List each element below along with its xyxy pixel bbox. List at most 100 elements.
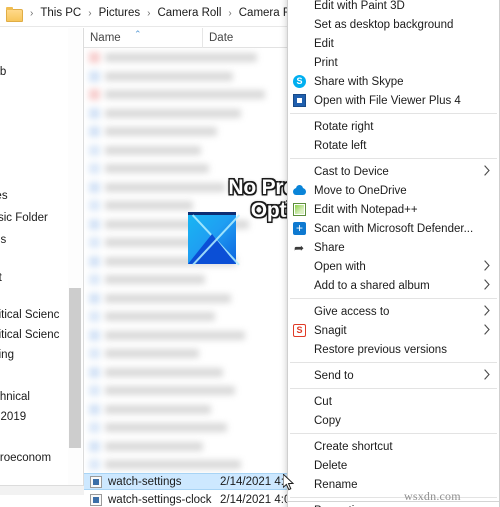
menu-item-open-with-file-viewer-plus-4[interactable]: Open with File Viewer Plus 4 xyxy=(288,91,499,110)
menu-item-send-to[interactable]: Send to xyxy=(288,366,499,385)
menu-item-cast-to-device[interactable]: Cast to Device xyxy=(288,162,499,181)
breadcrumb-separator: › xyxy=(147,7,151,19)
menu-item-move-to-onedrive[interactable]: Move to OneDrive xyxy=(288,181,499,200)
menu-item-label: Rename xyxy=(314,478,358,491)
menu-item-label: Add to a shared album xyxy=(314,279,430,292)
nav-item[interactable]: Political Scienc xyxy=(0,325,78,345)
jpg-file-icon xyxy=(90,493,102,506)
nav-item[interactable]: arning xyxy=(0,345,78,365)
breadcrumb-item-camera-roll[interactable]: Camera Roll xyxy=(155,6,223,20)
nav-item[interactable]: Technical xyxy=(0,387,78,407)
menu-item-give-access-to[interactable]: Give access to xyxy=(288,302,499,321)
menu-item-delete[interactable]: Delete xyxy=(288,456,499,475)
menu-item-label: Edit with Notepad++ xyxy=(314,203,418,216)
menu-item-open-with[interactable]: Open with xyxy=(288,257,499,276)
menu-item-label: Give access to xyxy=(314,305,390,318)
menu-item-label: Edit with Paint 3D xyxy=(314,0,405,12)
menu-item-rotate-right[interactable]: Rotate right xyxy=(288,117,499,136)
menu-separator xyxy=(290,433,497,434)
menu-item-share-with-skype[interactable]: S Share with Skype xyxy=(288,72,499,91)
context-menu[interactable]: Edit with Paint 3D Set as desktop backgro… xyxy=(287,0,500,507)
menu-separator xyxy=(290,388,497,389)
menu-item-label: Rotate left xyxy=(314,139,367,152)
menu-item-label: Move to OneDrive xyxy=(314,184,407,197)
chevron-right-icon xyxy=(484,165,490,176)
nav-item[interactable]: Sites xyxy=(0,186,78,206)
menu-item-label: Set as desktop background xyxy=(314,18,454,31)
menu-item-rename[interactable]: Rename xyxy=(288,475,499,494)
menu-item-rotate-left[interactable]: Rotate left xyxy=(288,136,499,155)
snagit-icon: S xyxy=(293,324,306,337)
menu-item-print[interactable]: Print xyxy=(288,53,499,72)
defender-icon xyxy=(293,222,306,235)
menu-item-label: Print xyxy=(314,56,338,69)
nav-item[interactable]: e xyxy=(0,366,78,386)
nav-item[interactable]: Files xyxy=(0,230,78,250)
menu-item-edit[interactable]: Edit xyxy=(288,34,499,53)
notepadpp-icon xyxy=(293,203,306,216)
menu-item-label: Restore previous versions xyxy=(314,343,447,356)
menu-item-label: Open with File Viewer Plus 4 xyxy=(314,94,461,107)
menu-item-cut[interactable]: Cut xyxy=(288,392,499,411)
breadcrumb-item-pictures[interactable]: Pictures xyxy=(97,6,143,20)
file-name: watch-settings xyxy=(108,475,182,488)
menu-item-properties[interactable]: Properties xyxy=(288,501,499,507)
nav-item[interactable]: Political Scienc xyxy=(0,305,78,325)
nav-item[interactable]: s xyxy=(0,110,78,130)
menu-separator xyxy=(290,158,497,159)
menu-item-label: Open with xyxy=(314,260,366,273)
watermark: wsxdn.com xyxy=(404,489,461,503)
skype-icon: S xyxy=(293,75,306,88)
menu-item-label: Send to xyxy=(314,369,354,382)
nav-item[interactable]: microeconom xyxy=(0,448,78,468)
menu-item-label: Scan with Microsoft Defender... xyxy=(314,222,474,235)
breadcrumb-separator: › xyxy=(88,7,92,19)
menu-item-label: Copy xyxy=(314,414,341,427)
menu-item-label: Create shortcut xyxy=(314,440,393,453)
menu-item-label: Share xyxy=(314,241,345,254)
nav-item[interactable]: Music Folder xyxy=(0,208,78,228)
chevron-right-icon xyxy=(484,324,490,335)
menu-item-restore-previous-versions[interactable]: Restore previous versions xyxy=(288,340,499,359)
menu-item-label: Snagit xyxy=(314,324,347,337)
menu-item-label: Edit xyxy=(314,37,334,50)
breadcrumb-separator: › xyxy=(228,7,232,19)
menu-item-edit-with-paint-3d[interactable]: Edit with Paint 3D xyxy=(288,0,499,15)
menu-item-label: Rotate right xyxy=(314,120,374,133)
menu-item-edit-with-notepad[interactable]: Edit with Notepad++ xyxy=(288,200,499,219)
menu-item-create-shortcut[interactable]: Create shortcut xyxy=(288,437,499,456)
menu-item-add-to-a-shared-album[interactable]: Add to a shared album xyxy=(288,276,499,295)
screenshot-root: › This PC › Pictures › Camera Roll › Cam… xyxy=(0,0,500,507)
nav-item[interactable]: dio 2019 xyxy=(0,407,78,427)
menu-item-label: Cut xyxy=(314,395,332,408)
file-viewer-plus-icon xyxy=(293,94,306,107)
jpg-file-icon xyxy=(90,475,102,488)
menu-separator xyxy=(290,113,497,114)
breadcrumb-separator: › xyxy=(30,7,34,19)
onedrive-icon xyxy=(293,184,306,197)
nav-item[interactable]: t xyxy=(0,133,78,153)
menu-item-copy[interactable]: Copy xyxy=(288,411,499,430)
nav-item[interactable]: tHub xyxy=(0,62,78,82)
menu-item-share[interactable]: ➦ Share xyxy=(288,238,499,257)
menu-item-set-as-desktop-background[interactable]: Set as desktop background xyxy=(288,15,499,34)
menu-item-snagit[interactable]: S Snagit xyxy=(288,321,499,340)
chevron-right-icon xyxy=(484,369,490,380)
nav-item[interactable]: port xyxy=(0,268,78,288)
column-header-date-label: Date xyxy=(209,31,234,44)
folder-icon xyxy=(6,6,23,22)
menu-separator xyxy=(290,497,497,498)
menu-item-label: Share with Skype xyxy=(314,75,404,88)
sort-ascending-icon: ⌃ xyxy=(134,28,142,39)
breadcrumb-item-this-pc[interactable]: This PC xyxy=(38,6,83,20)
chevron-right-icon xyxy=(484,279,490,290)
menu-item-label: Cast to Device xyxy=(314,165,389,178)
column-header-name[interactable]: Name ⌃ xyxy=(84,28,202,48)
share-icon: ➦ xyxy=(294,241,305,255)
navigation-scrollbar-thumb[interactable] xyxy=(69,288,81,448)
mouse-cursor xyxy=(283,474,295,491)
chevron-right-icon xyxy=(484,260,490,271)
menu-separator xyxy=(290,298,497,299)
menu-item-scan-with-microsoft-defender[interactable]: Scan with Microsoft Defender... xyxy=(288,219,499,238)
file-name: watch-settings-clock xyxy=(108,493,212,506)
